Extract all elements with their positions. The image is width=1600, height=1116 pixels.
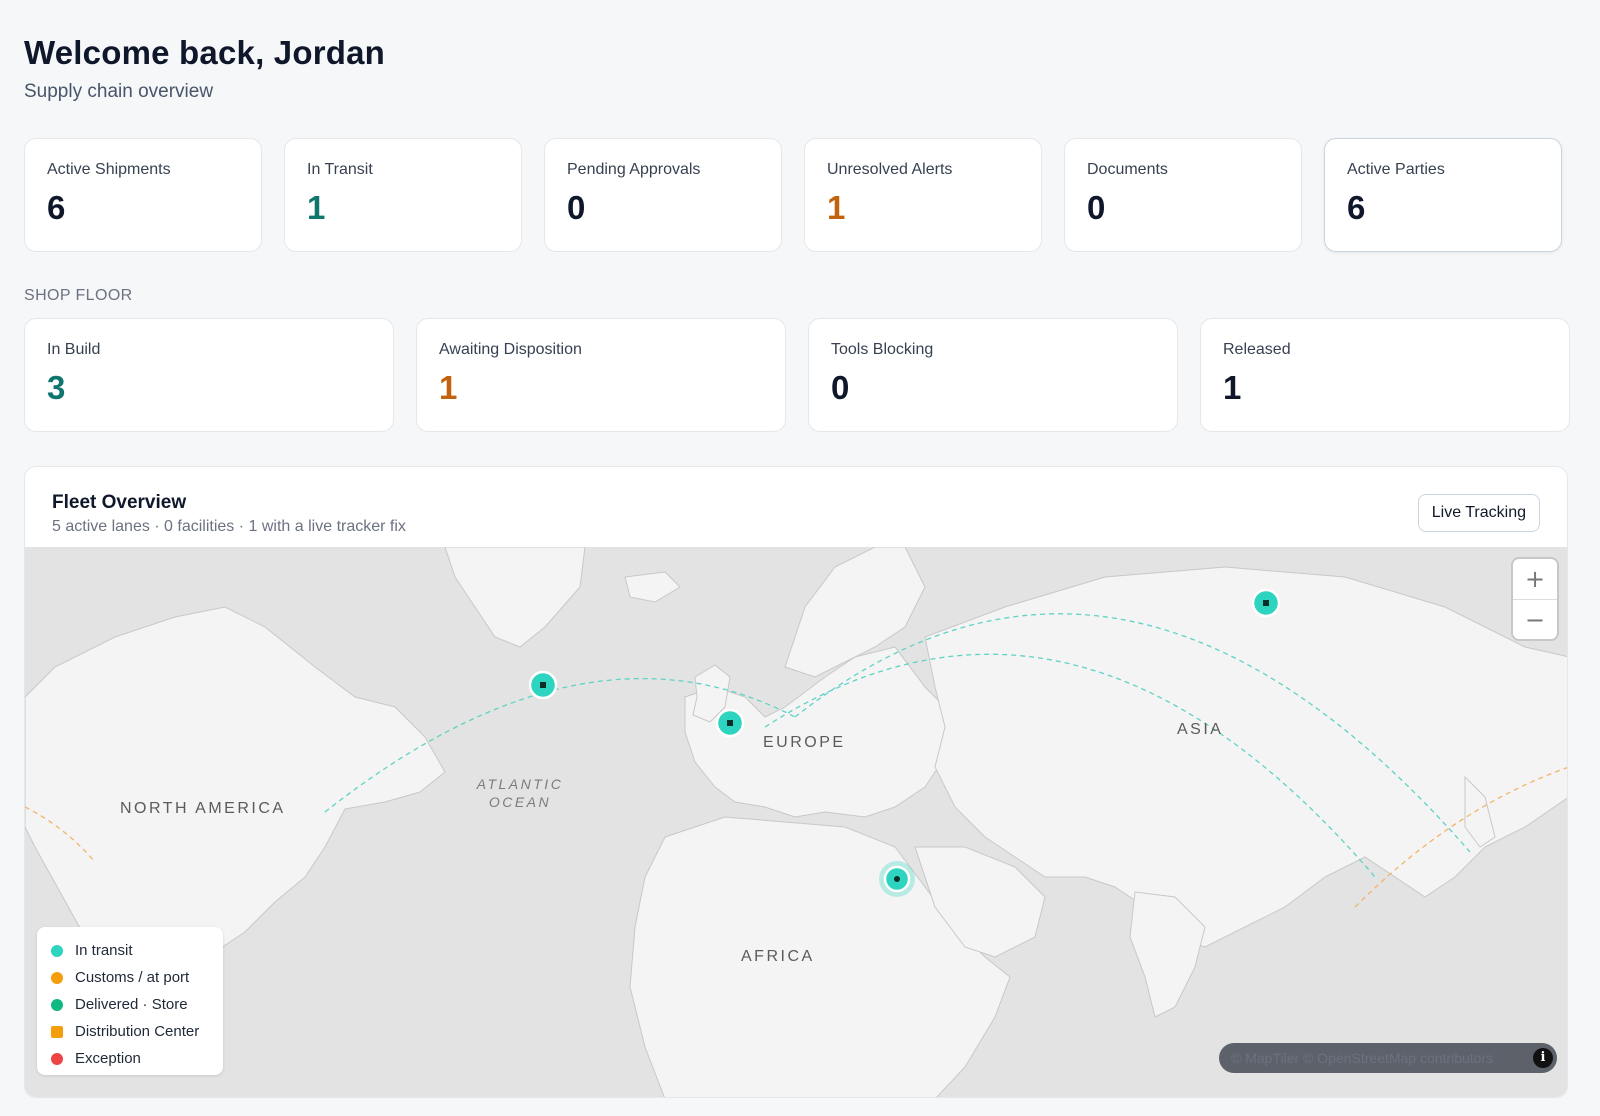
stat-label: In Build: [47, 341, 101, 358]
fleet-map[interactable]: NORTH AMERICA EUROPE ASIA AFRICA ATLANTI…: [25, 547, 1567, 1097]
land-masses: [25, 547, 1567, 1097]
live-tracking-button[interactable]: Live Tracking: [1417, 494, 1540, 532]
legend-label: Distribution Center: [75, 1023, 200, 1040]
stat-value: 0: [567, 189, 586, 226]
stat-card-active-shipments[interactable]: Active Shipments 6: [24, 138, 262, 252]
stat-value: 1: [827, 189, 846, 226]
legend-label: In transit: [75, 942, 133, 959]
stat-card-unresolved-alerts[interactable]: Unresolved Alerts 1: [804, 138, 1042, 252]
legend-dot-icon: [51, 998, 63, 1011]
stat-label: Active Shipments: [47, 161, 171, 178]
shop-card-tools-blocking[interactable]: Tools Blocking 0: [808, 318, 1178, 432]
stat-value: 0: [1087, 189, 1106, 226]
stat-label: Released: [1223, 341, 1291, 358]
stat-card-active-parties[interactable]: Active Parties 6: [1324, 138, 1562, 252]
stat-value: 6: [1347, 189, 1366, 226]
legend-label: Delivered · Store: [75, 996, 188, 1013]
shop-floor-heading: SHOP FLOOR: [24, 287, 133, 304]
fleet-subtitle: 5 active lanes · 0 facilities · 1 with a…: [52, 518, 406, 535]
shop-card-released[interactable]: Released 1: [1200, 318, 1570, 432]
legend-square-icon: [51, 1025, 63, 1038]
stat-label: Tools Blocking: [831, 341, 934, 358]
fleet-title: Fleet Overview: [52, 492, 187, 513]
map-attribution: © MapTiler © OpenStreetMap contributors …: [1219, 1043, 1557, 1073]
page-title: Welcome back, Jordan: [24, 34, 386, 71]
stat-label: Pending Approvals: [567, 161, 701, 178]
zoom-in-button[interactable]: +: [1513, 559, 1557, 599]
marker-london[interactable]: [715, 708, 745, 738]
map-label-north-america: NORTH AMERICA: [120, 800, 286, 817]
stat-card-pending-approvals[interactable]: Pending Approvals 0: [544, 138, 782, 252]
stat-label: Unresolved Alerts: [827, 161, 953, 178]
fleet-overview-panel: Fleet Overview 5 active lanes · 0 facili…: [24, 466, 1568, 1098]
legend-item-customs: Customs / at port: [51, 964, 209, 991]
map-label-africa: AFRICA: [741, 948, 815, 965]
stat-value: 3: [47, 369, 66, 406]
stat-card-documents[interactable]: Documents 0: [1064, 138, 1302, 252]
legend-dot-icon: [51, 971, 63, 984]
legend-item-distribution-center: Distribution Center: [51, 1018, 209, 1045]
map-canvas: [25, 547, 1567, 1097]
stat-value: 1: [439, 369, 458, 406]
map-label-atlantic: ATLANTIC OCEAN: [476, 776, 564, 810]
shop-card-in-build[interactable]: In Build 3: [24, 318, 394, 432]
legend-item-delivered: Delivered · Store: [51, 991, 209, 1018]
zoom-out-button[interactable]: −: [1513, 599, 1557, 639]
map-zoom-controls: + −: [1513, 559, 1557, 639]
attribution-text[interactable]: © MapTiler © OpenStreetMap contributors: [1231, 1050, 1493, 1066]
legend-label: Exception: [75, 1050, 141, 1067]
stat-card-in-transit[interactable]: In Transit 1: [284, 138, 522, 252]
legend-label: Customs / at port: [75, 969, 190, 986]
map-label-europe: EUROPE: [763, 734, 846, 751]
page-subtitle: Supply chain overview: [24, 81, 214, 102]
stats-row: Active Shipments 6 In Transit 1 Pending …: [24, 138, 1562, 252]
shop-floor-row: In Build 3 Awaiting Disposition 1 Tools …: [24, 318, 1570, 432]
stat-value: 6: [47, 189, 66, 226]
stat-value: 1: [1223, 369, 1242, 406]
shop-card-awaiting-disposition[interactable]: Awaiting Disposition 1: [416, 318, 786, 432]
stat-label: Active Parties: [1347, 161, 1445, 178]
marker-live-tracker[interactable]: [879, 861, 915, 897]
marker-atlantic[interactable]: [528, 670, 558, 700]
stat-value: 1: [307, 189, 326, 226]
info-icon[interactable]: i: [1533, 1048, 1553, 1068]
stat-value: 0: [831, 369, 850, 406]
legend-dot-icon: [51, 944, 63, 957]
legend-item-exception: Exception: [51, 1045, 209, 1072]
stat-label: In Transit: [307, 161, 373, 178]
stat-label: Documents: [1087, 161, 1168, 178]
legend-item-in-transit: In transit: [51, 937, 209, 964]
marker-russia[interactable]: [1251, 588, 1281, 618]
stat-label: Awaiting Disposition: [439, 341, 582, 358]
map-label-asia: ASIA: [1177, 721, 1224, 738]
map-legend: In transit Customs / at port Delivered ·…: [37, 927, 223, 1075]
legend-dot-icon: [51, 1052, 63, 1065]
